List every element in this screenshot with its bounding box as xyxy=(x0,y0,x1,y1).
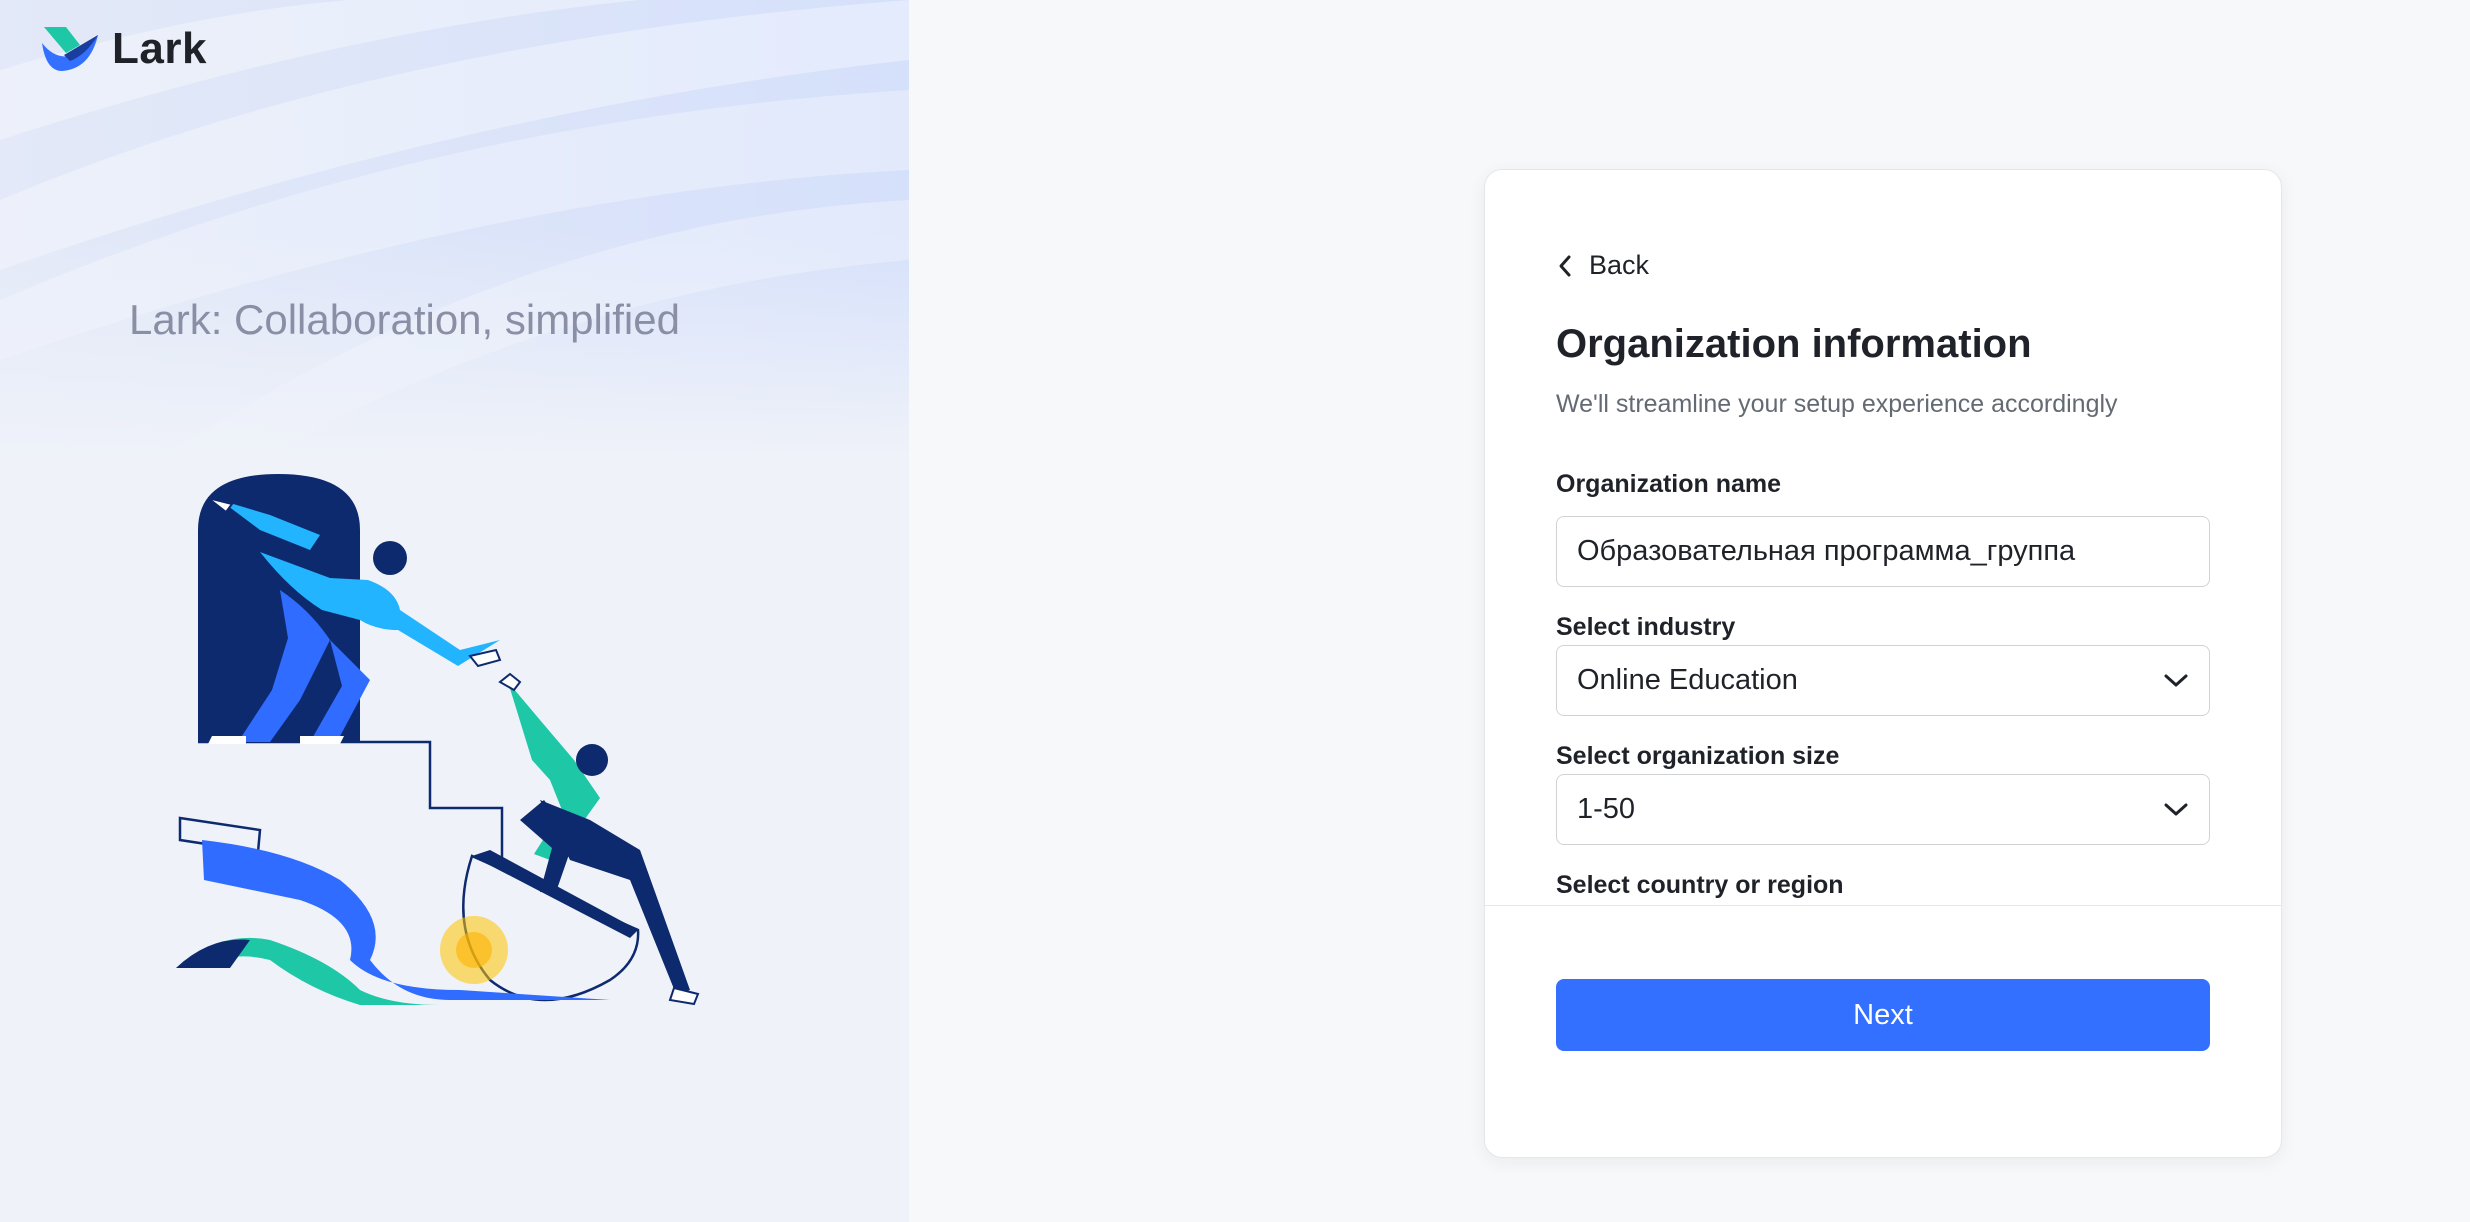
collaboration-illustration xyxy=(176,474,700,1006)
chevron-down-icon xyxy=(2164,674,2188,686)
size-value: 1-50 xyxy=(1577,793,1636,825)
hero-panel: Lark Lark: Collaboration, simplified xyxy=(0,0,909,1222)
industry-label: Select industry xyxy=(1556,613,1736,641)
form-title: Organization information xyxy=(1556,322,2032,366)
back-label: Back xyxy=(1589,250,1650,280)
lark-logo[interactable]: Lark xyxy=(40,24,207,74)
org-name-label: Organization name xyxy=(1556,470,1782,498)
industry-select[interactable]: Online Education xyxy=(1556,645,2210,716)
org-info-card: Back Organization information We'll stre… xyxy=(1484,169,2282,1158)
lark-logo-icon xyxy=(42,27,98,71)
hero-tagline: Lark: Collaboration, simplified xyxy=(129,296,680,343)
chevron-left-icon xyxy=(1559,255,1571,276)
form-scroll-divider xyxy=(1485,905,2281,906)
org-name-value: Образовательная программа_группа xyxy=(1577,535,2076,567)
country-label: Select country or region xyxy=(1556,871,1844,899)
form-subtitle: We'll streamline your setup experience a… xyxy=(1556,390,2118,418)
next-button[interactable]: Next xyxy=(1556,979,2210,1051)
size-label: Select organization size xyxy=(1556,742,1840,770)
page: Lark Lark: Collaboration, simplified Bac… xyxy=(0,0,2470,1222)
back-button[interactable]: Back xyxy=(1555,250,1649,281)
chevron-down-icon xyxy=(2164,803,2188,815)
industry-value: Online Education xyxy=(1577,664,1798,696)
org-name-input[interactable]: Образовательная программа_группа xyxy=(1556,516,2210,587)
brand-name: Lark xyxy=(112,24,207,73)
size-select[interactable]: 1-50 xyxy=(1556,774,2210,845)
